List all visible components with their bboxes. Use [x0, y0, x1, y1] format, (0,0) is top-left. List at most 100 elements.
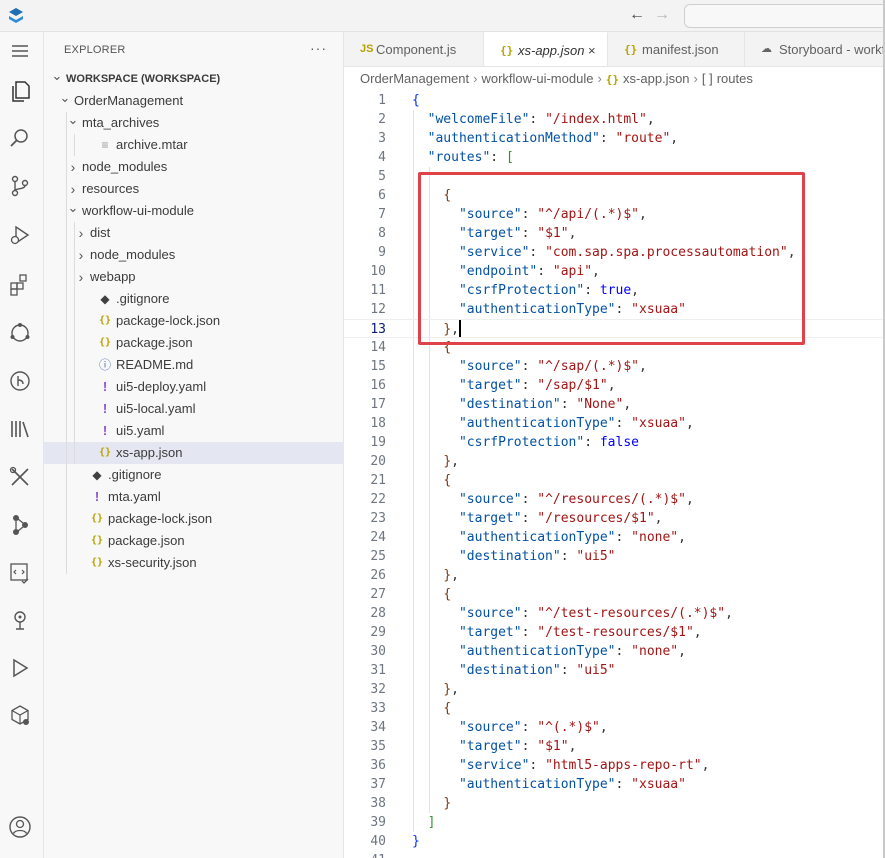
- tree-item[interactable]: ⌄ WORKSPACE (WORKSPACE): [44, 68, 344, 90]
- code-line[interactable]: 32 },: [344, 680, 885, 699]
- tree-item[interactable]: ! mta.yaml: [44, 486, 344, 508]
- tab-xs-app-json[interactable]: {} xs-app.json ×: [484, 32, 608, 66]
- process-icon[interactable]: [7, 512, 33, 538]
- tree-item[interactable]: › node_modules: [44, 244, 344, 266]
- chevron-right-icon[interactable]: ›: [74, 222, 88, 244]
- tree-item[interactable]: ◆ .gitignore: [44, 464, 344, 486]
- chevron-down-icon[interactable]: ⌄: [50, 68, 64, 90]
- tree-item[interactable]: {} package-lock.json: [44, 508, 344, 530]
- tree-item[interactable]: ⓘ README.md: [44, 354, 344, 376]
- more-actions-icon[interactable]: ···: [310, 40, 327, 56]
- code-line[interactable]: 34 "source": "^(.*)$",: [344, 718, 885, 737]
- breadcrumb-item[interactable]: OrderManagement: [360, 71, 469, 86]
- chevron-right-icon[interactable]: ›: [66, 178, 80, 200]
- code-line[interactable]: 21 {: [344, 471, 885, 490]
- code-line[interactable]: 1{: [344, 91, 885, 110]
- account-icon[interactable]: [7, 814, 33, 840]
- code-line[interactable]: 35 "target": "$1",: [344, 737, 885, 756]
- code-line[interactable]: 17 "destination": "None",: [344, 395, 885, 414]
- code-check-icon[interactable]: [7, 560, 33, 586]
- hamburger-menu-icon[interactable]: [7, 38, 33, 64]
- tree-item[interactable]: {} xs-app.json: [44, 442, 344, 464]
- tree-item[interactable]: {} package.json: [44, 332, 344, 354]
- tree-item[interactable]: ! ui5-deploy.yaml: [44, 376, 344, 398]
- tab-component-js[interactable]: JS Component.js: [344, 32, 484, 66]
- code-line[interactable]: 18 "authenticationType": "xsuaa",: [344, 414, 885, 433]
- tree-item[interactable]: ◆ .gitignore: [44, 288, 344, 310]
- chevron-right-icon[interactable]: ›: [74, 266, 88, 288]
- arrow-left-icon[interactable]: ←: [627, 5, 647, 25]
- tree-item[interactable]: ! ui5-local.yaml: [44, 398, 344, 420]
- command-center-search[interactable]: [684, 4, 885, 28]
- play-icon[interactable]: [7, 655, 33, 681]
- code-line[interactable]: 31 "destination": "ui5": [344, 661, 885, 680]
- remote-icon[interactable]: [7, 320, 33, 346]
- code-line[interactable]: 15 "source": "^/sap/(.*)$",: [344, 357, 885, 376]
- breadcrumb-item[interactable]: xs-app.json: [623, 71, 689, 86]
- tree-item[interactable]: › webapp: [44, 266, 344, 288]
- code-line[interactable]: 2 "welcomeFile": "/index.html",: [344, 110, 885, 129]
- breadcrumb-item[interactable]: workflow-ui-module: [481, 71, 593, 86]
- code-line[interactable]: 36 "service": "html5-apps-repo-rt",: [344, 756, 885, 775]
- code-line[interactable]: 16 "target": "/sap/$1",: [344, 376, 885, 395]
- code-line[interactable]: 22 "source": "^/resources/(.*)$",: [344, 490, 885, 509]
- arrow-right-icon[interactable]: →: [652, 5, 672, 25]
- code-text: "target": "/resources/$1",: [412, 509, 663, 528]
- chevron-right-icon[interactable]: ›: [66, 156, 80, 178]
- json-punctuation: :: [584, 435, 593, 450]
- tree-item[interactable]: ≡ archive.mtar: [44, 134, 344, 156]
- chevron-down-icon[interactable]: ⌄: [58, 90, 72, 112]
- git-graph-icon[interactable]: [7, 368, 33, 394]
- tree-item[interactable]: ! ui5.yaml: [44, 420, 344, 442]
- code-line[interactable]: 30 "authenticationType": "none",: [344, 642, 885, 661]
- tree-item[interactable]: ⌄ workflow-ui-module: [44, 200, 344, 222]
- chevron-down-icon[interactable]: ⌄: [66, 112, 80, 134]
- tree-item[interactable]: {} package.json: [44, 530, 344, 552]
- code-text: "source": "^/sap/(.*)$",: [412, 357, 647, 376]
- json-bracket: }: [443, 454, 452, 469]
- tab-storyboard-workf[interactable]: ☁ Storyboard - workf: [745, 32, 885, 66]
- close-icon[interactable]: ×: [588, 33, 596, 66]
- files-icon[interactable]: [7, 78, 33, 104]
- code-line[interactable]: 40}: [344, 832, 885, 851]
- code-line[interactable]: 3 "authenticationMethod": "route",: [344, 129, 885, 148]
- tree-item[interactable]: › node_modules: [44, 156, 344, 178]
- code-line[interactable]: 41: [344, 851, 885, 858]
- tree-item[interactable]: {} package-lock.json: [44, 310, 344, 332]
- pin-icon[interactable]: [7, 608, 33, 634]
- code-line[interactable]: 4 "routes": [: [344, 148, 885, 167]
- chevron-right-icon[interactable]: ›: [74, 244, 88, 266]
- tab-manifest-json[interactable]: {} manifest.json: [608, 32, 745, 66]
- cube-icon[interactable]: [7, 703, 33, 729]
- code-line[interactable]: 29 "target": "/test-resources/$1",: [344, 623, 885, 642]
- code-line[interactable]: 37 "authenticationType": "xsuaa": [344, 775, 885, 794]
- code-line[interactable]: 19 "csrfProtection": false: [344, 433, 885, 452]
- code-line[interactable]: 27 {: [344, 585, 885, 604]
- code-line[interactable]: 38 }: [344, 794, 885, 813]
- search-icon[interactable]: [7, 125, 33, 151]
- run-debug-icon[interactable]: [7, 222, 33, 248]
- chevron-down-icon[interactable]: ⌄: [66, 200, 80, 222]
- source-control-icon[interactable]: [7, 173, 33, 199]
- code-line[interactable]: 25 "destination": "ui5": [344, 547, 885, 566]
- code-line[interactable]: 26 },: [344, 566, 885, 585]
- json-punctuation: [412, 131, 428, 146]
- tree-item[interactable]: {} xs-security.json: [44, 552, 344, 574]
- json-punctuation: [623, 777, 631, 792]
- code-line[interactable]: 28 "source": "^/test-resources/(.*)$",: [344, 604, 885, 623]
- code-line[interactable]: 39 ]: [344, 813, 885, 832]
- tree-item[interactable]: › dist: [44, 222, 344, 244]
- code-text: "target": "/sap/$1",: [412, 376, 616, 395]
- tools-icon[interactable]: [7, 464, 33, 490]
- code-line[interactable]: 24 "authenticationType": "none",: [344, 528, 885, 547]
- library-icon[interactable]: [7, 416, 33, 442]
- breadcrumb-item[interactable]: routes: [717, 71, 753, 86]
- tree-item[interactable]: › resources: [44, 178, 344, 200]
- code-line[interactable]: 33 {: [344, 699, 885, 718]
- code-line[interactable]: 23 "target": "/resources/$1",: [344, 509, 885, 528]
- tree-item[interactable]: ⌄ OrderManagement: [44, 90, 344, 112]
- code-line[interactable]: 20 },: [344, 452, 885, 471]
- extensions-icon[interactable]: [7, 272, 33, 298]
- tree-item[interactable]: ⌄ mta_archives: [44, 112, 344, 134]
- code-text: {: [412, 585, 451, 604]
